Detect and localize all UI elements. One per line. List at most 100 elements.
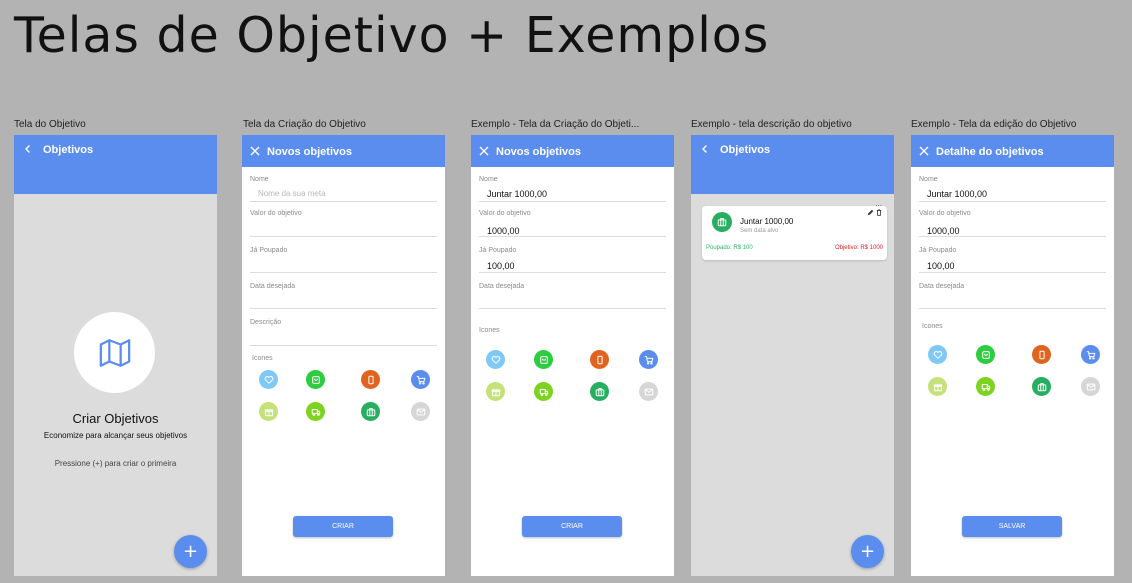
header-title: Novos objetivos — [496, 146, 581, 158]
date-label: Data desejada — [250, 283, 296, 290]
name-input[interactable]: Nome da sua meta — [258, 189, 326, 198]
description-label: Descrição — [250, 319, 282, 326]
screen-criacao: Novos objetivos Nome Nome da sua meta Va… — [242, 135, 445, 576]
name-label: Nome — [250, 176, 269, 183]
goal-value-input[interactable]: 1000,00 — [927, 226, 960, 236]
app-header: Novos objetivos — [471, 135, 674, 167]
cart-icon[interactable] — [1081, 345, 1100, 364]
back-icon[interactable] — [23, 144, 33, 154]
date-input[interactable] — [479, 308, 666, 309]
cart-icon[interactable] — [639, 350, 658, 369]
briefcase-icon[interactable] — [361, 402, 380, 421]
goal-value-label: Valor do objetivo — [919, 210, 971, 217]
name-underline — [919, 201, 1106, 202]
date-label: Data desejada — [479, 283, 525, 290]
phone-icon[interactable] — [361, 370, 380, 389]
frame-label-criacao: Tela da Criação do Objetivo — [243, 119, 366, 130]
heart-icon[interactable] — [928, 345, 947, 364]
screen-edicao: Detalhe do objetivos Nome Juntar 1000,00… — [911, 135, 1114, 576]
screen-exemplo-criacao: Novos objetivos Nome Juntar 1000,00 Valo… — [471, 135, 674, 576]
card-subtitle: Sem data alvo — [740, 228, 779, 234]
icons-label: Icones — [922, 323, 943, 330]
add-button[interactable]: + — [174, 535, 207, 568]
phone-icon[interactable] — [590, 350, 609, 369]
save-button[interactable]: SALVAR — [962, 516, 1062, 537]
mail-icon[interactable] — [1081, 377, 1100, 396]
date-input[interactable] — [250, 308, 437, 309]
empty-state-circle — [74, 312, 155, 393]
close-icon[interactable] — [479, 146, 489, 156]
name-label: Nome — [479, 176, 498, 183]
goal-value-underline — [479, 236, 666, 237]
shopping-bag-icon[interactable] — [306, 370, 325, 389]
app-header: Novos objetivos — [242, 135, 445, 167]
truck-icon[interactable] — [976, 377, 995, 396]
add-button[interactable]: + — [851, 535, 884, 568]
goal-value-label: Valor do objetivo — [250, 210, 302, 217]
app-header: Objetivos — [14, 135, 217, 194]
mail-icon[interactable] — [411, 402, 430, 421]
back-icon[interactable] — [700, 144, 710, 154]
saved-underline — [919, 272, 1106, 273]
screen-descricao: Objetivos ... Juntar 1000,00 Sem data al… — [691, 135, 894, 576]
goal-amount: Objetivo: R$ 1000 — [834, 245, 883, 251]
create-button[interactable]: CRIAR — [522, 516, 622, 537]
goal-value-label: Valor do objetivo — [479, 210, 531, 217]
saved-input[interactable]: 100,00 — [927, 261, 955, 271]
create-button[interactable]: CRIAR — [293, 516, 393, 537]
date-label: Data desejada — [919, 283, 965, 290]
gift-icon[interactable] — [486, 382, 505, 401]
goal-value-underline — [919, 236, 1106, 237]
goal-value-input[interactable] — [250, 236, 437, 237]
app-header: Objetivos — [691, 135, 894, 194]
header-title: Objetivos — [43, 144, 94, 156]
saved-underline — [479, 272, 666, 273]
saved-input[interactable]: 100,00 — [487, 261, 515, 271]
page-title: Telas de Objetivo + Exemplos — [14, 7, 770, 64]
briefcase-icon[interactable] — [1032, 377, 1051, 396]
name-input[interactable]: Juntar 1000,00 — [927, 189, 987, 199]
phone-icon[interactable] — [1032, 345, 1051, 364]
screen-objetivo: Objetivos Criar Objetivos Economize para… — [14, 135, 217, 576]
frame-label-edicao: Exemplo - Tela da edição do Objetivo — [911, 119, 1077, 130]
frame-label-objetivo: Tela do Objetivo — [14, 119, 86, 130]
mail-icon[interactable] — [639, 382, 658, 401]
header-title: Detalhe do objetivos — [936, 146, 1044, 158]
goal-value-input[interactable]: 1000,00 — [487, 226, 520, 236]
shopping-bag-icon[interactable] — [976, 345, 995, 364]
gift-icon[interactable] — [259, 402, 278, 421]
shopping-bag-icon[interactable] — [534, 350, 553, 369]
truck-icon[interactable] — [534, 382, 553, 401]
close-icon[interactable] — [250, 146, 260, 156]
briefcase-icon[interactable] — [590, 382, 609, 401]
saved-label: Já Poupado — [919, 247, 957, 254]
saved-label: Já Poupado — [250, 247, 288, 254]
cart-icon[interactable] — [411, 370, 430, 389]
truck-icon[interactable] — [306, 402, 325, 421]
icons-label: Icones — [252, 355, 273, 362]
frame-label-exemplo-criacao: Exemplo - Tela da Criação do Objeti... — [471, 119, 640, 130]
card-title: Juntar 1000,00 — [740, 217, 794, 226]
frame-label-descricao: Exemplo - tela descrição do objetivo — [691, 119, 852, 130]
name-label: Nome — [919, 176, 938, 183]
description-input[interactable] — [250, 345, 437, 346]
more-icon[interactable]: ... — [875, 199, 882, 208]
edit-icon[interactable] — [867, 209, 874, 216]
heart-icon[interactable] — [486, 350, 505, 369]
delete-icon[interactable] — [876, 209, 882, 216]
saved-label: Já Poupado — [479, 247, 517, 254]
name-underline — [250, 201, 437, 202]
gift-icon[interactable] — [928, 377, 947, 396]
name-underline — [479, 201, 666, 202]
map-icon — [99, 338, 130, 367]
header-title: Novos objetivos — [267, 146, 352, 158]
name-input[interactable]: Juntar 1000,00 — [487, 189, 547, 199]
goal-card[interactable]: ... Juntar 1000,00 Sem data alvo Poupado… — [702, 199, 887, 260]
date-input[interactable] — [919, 308, 1106, 309]
briefcase-icon — [712, 212, 732, 232]
saved-input[interactable] — [250, 272, 437, 273]
saved-amount: Poupado: R$ 100 — [706, 245, 753, 251]
close-icon[interactable] — [919, 146, 929, 156]
empty-subtitle: Economize para alcançar seus objetivos — [43, 431, 188, 440]
heart-icon[interactable] — [259, 370, 278, 389]
